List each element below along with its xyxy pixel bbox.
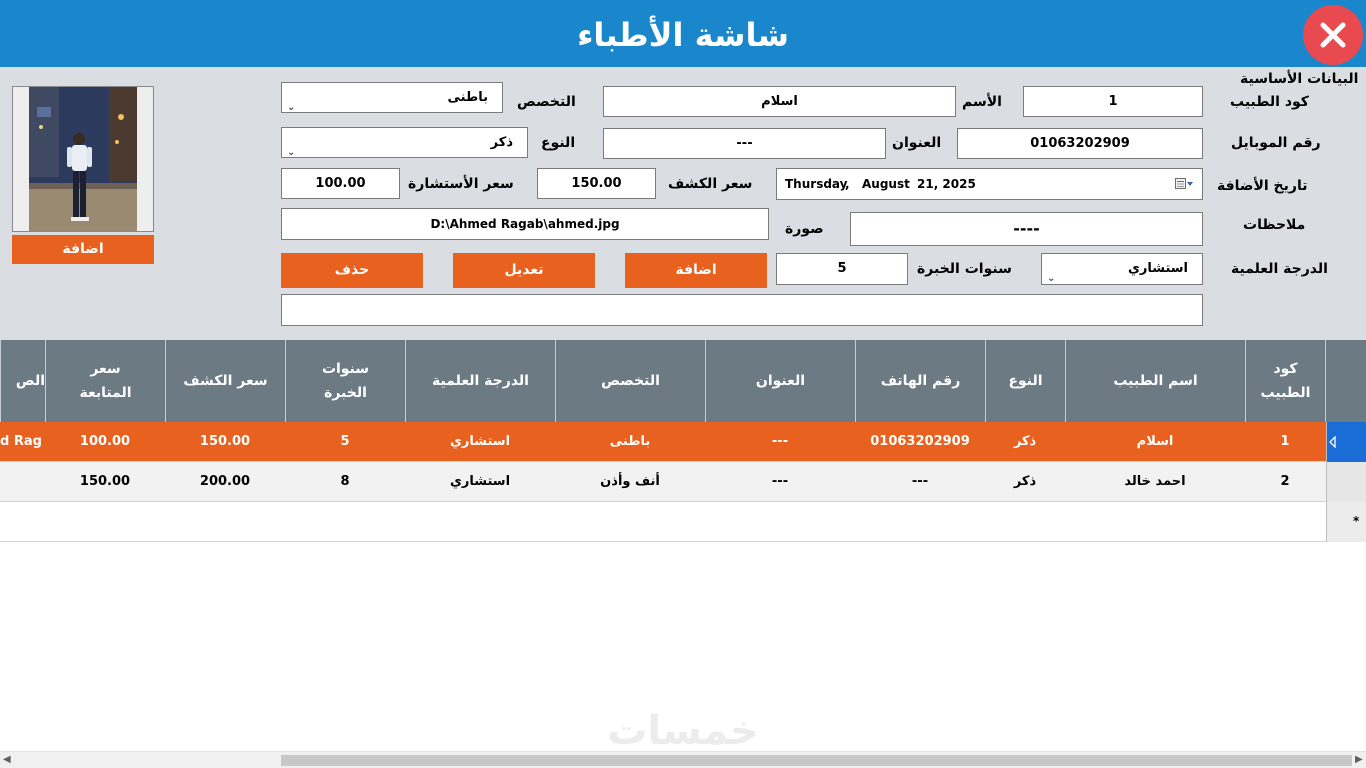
column-header[interactable]: سعر المتابعة [45, 340, 165, 422]
cell-specialty: باطنى [609, 434, 651, 449]
cell-name: احمد خالد [1124, 474, 1186, 489]
date-month: August [862, 177, 910, 191]
close-button[interactable] [1303, 5, 1363, 65]
cell-experience: 8 [340, 474, 350, 489]
degree-dropdown[interactable]: استشاري ⌄ [1041, 253, 1203, 285]
column-header[interactable]: سعر الكشف [165, 340, 285, 422]
cell-followup-price: 100.00 [79, 434, 131, 449]
column-header[interactable]: رقم الهاتف [855, 340, 985, 422]
doctors-grid: كود الطبيب اسم الطبيب النوع رقم الهاتف ا… [0, 340, 1366, 542]
image-label: صورة [785, 221, 824, 237]
cell-exam-price: 150.00 [199, 434, 251, 449]
doctor-photo [29, 87, 137, 231]
mobile-label: رقم الموبايل [1231, 135, 1321, 151]
close-icon [1320, 22, 1346, 48]
column-header[interactable]: التخصص [555, 340, 705, 422]
title-bar: شاشة الأطباء [0, 0, 1366, 67]
doctor-code-field[interactable]: 1 [1023, 86, 1203, 117]
chevron-down-icon: ⌄ [1047, 273, 1056, 284]
cell-code: 1 [1280, 434, 1290, 449]
gender-value: ذكر [490, 135, 513, 150]
row-header[interactable] [1326, 422, 1366, 462]
column-header[interactable]: الص [0, 340, 45, 422]
add-date-label: تاريخ الأضافة [1217, 178, 1308, 194]
date-weekday: Thursday [785, 177, 848, 191]
edit-button[interactable]: تعديل [453, 253, 595, 288]
cell-phone: 01063202909 [870, 434, 970, 449]
row-header[interactable] [1326, 462, 1366, 502]
cell-degree: استشاري [449, 474, 511, 489]
cell-specialty: أنف وأذن [600, 474, 660, 489]
grid-header: كود الطبيب اسم الطبيب النوع رقم الهاتف ا… [0, 340, 1366, 422]
new-row[interactable]: * [0, 502, 1366, 542]
column-header[interactable]: الدرجة العلمية [405, 340, 555, 422]
add-button[interactable]: اضافة [625, 253, 767, 288]
specialty-dropdown[interactable]: باطنى ⌄ [281, 82, 503, 113]
specialty-label: التخصص [517, 94, 576, 110]
date-day-year: 21, 2025 [917, 177, 976, 191]
cell-experience: 5 [340, 434, 350, 449]
column-header[interactable]: العنوان [705, 340, 855, 422]
notes-field[interactable]: ---- [850, 212, 1203, 246]
add-date-picker[interactable]: Thursday , August 21, 2025 [776, 168, 1203, 200]
scrollbar-thumb[interactable] [281, 755, 1352, 766]
exam-price-label: سعر الكشف [668, 176, 753, 192]
watermark: خمسات [607, 708, 759, 754]
image-path-field[interactable]: D:\Ahmed Ragab\ahmed.jpg [281, 208, 769, 240]
experience-field[interactable]: 5 [776, 253, 908, 285]
degree-label: الدرجة العلمية [1231, 261, 1328, 277]
cell-address: --- [771, 434, 789, 449]
column-header[interactable]: اسم الطبيب [1065, 340, 1245, 422]
chevron-down-icon: ⌄ [287, 146, 296, 158]
table-row[interactable]: 1 اسلام ذكر 01063202909 --- باطنى استشار… [0, 422, 1366, 462]
gender-dropdown[interactable]: ذكر ⌄ [281, 127, 528, 158]
cell-code: 2 [1280, 474, 1290, 489]
scroll-right-icon[interactable]: ▶ [1355, 754, 1363, 765]
specialty-value: باطنى [447, 90, 488, 105]
row-header[interactable]: * [1326, 502, 1366, 542]
column-header[interactable]: كود الطبيب [1245, 340, 1325, 422]
cell-phone: --- [911, 474, 929, 489]
date-comma: , [845, 177, 850, 191]
cell-exam-price: 200.00 [199, 474, 251, 489]
calendar-icon[interactable] [1175, 178, 1195, 190]
name-field[interactable]: اسلام [603, 86, 956, 117]
new-row-marker: * [1353, 514, 1360, 528]
mobile-field[interactable]: 01063202909 [957, 128, 1203, 159]
column-header[interactable]: النوع [985, 340, 1065, 422]
section-title: البيانات الأساسية [1240, 71, 1359, 87]
cell-name: اسلام [1136, 434, 1174, 449]
cell-image: d Rag [0, 434, 42, 449]
notes-label: ملاحظات [1243, 217, 1306, 233]
exam-price-field[interactable]: 150.00 [537, 168, 656, 199]
consult-price-field[interactable]: 100.00 [281, 168, 400, 199]
gender-label: النوع [541, 135, 576, 151]
address-field[interactable]: --- [603, 128, 886, 159]
row-pointer-icon [1329, 436, 1336, 448]
cell-gender: ذكر [1013, 434, 1037, 449]
table-row[interactable]: 2 احمد خالد ذكر --- --- أنف وأذن استشاري… [0, 462, 1366, 502]
chevron-down-icon: ⌄ [287, 101, 296, 113]
experience-label: سنوات الخبرة [917, 261, 1012, 277]
window-title: شاشة الأطباء [577, 16, 789, 54]
search-field[interactable] [281, 294, 1203, 326]
cell-address: --- [771, 474, 789, 489]
row-header-corner [1325, 340, 1366, 422]
doctor-photo-frame [12, 86, 154, 232]
scroll-left-icon[interactable]: ◀ [3, 754, 11, 765]
cell-followup-price: 150.00 [79, 474, 131, 489]
doctor-photo-illustration [29, 87, 137, 231]
add-photo-button[interactable]: اضافة [12, 235, 154, 264]
cell-gender: ذكر [1013, 474, 1037, 489]
column-header[interactable]: سنوات الخبرة [285, 340, 405, 422]
delete-button[interactable]: حذف [281, 253, 423, 288]
cell-image [0, 462, 45, 502]
degree-value: استشاري [1127, 261, 1188, 276]
horizontal-scrollbar[interactable]: ◀ ▶ [0, 751, 1366, 768]
consult-price-label: سعر الأستشارة [408, 176, 514, 192]
doctor-code-label: كود الطبيب [1230, 94, 1309, 110]
address-label: العنوان [892, 135, 942, 151]
name-label: الأسم [962, 94, 1002, 110]
cell-degree: استشاري [449, 434, 511, 449]
